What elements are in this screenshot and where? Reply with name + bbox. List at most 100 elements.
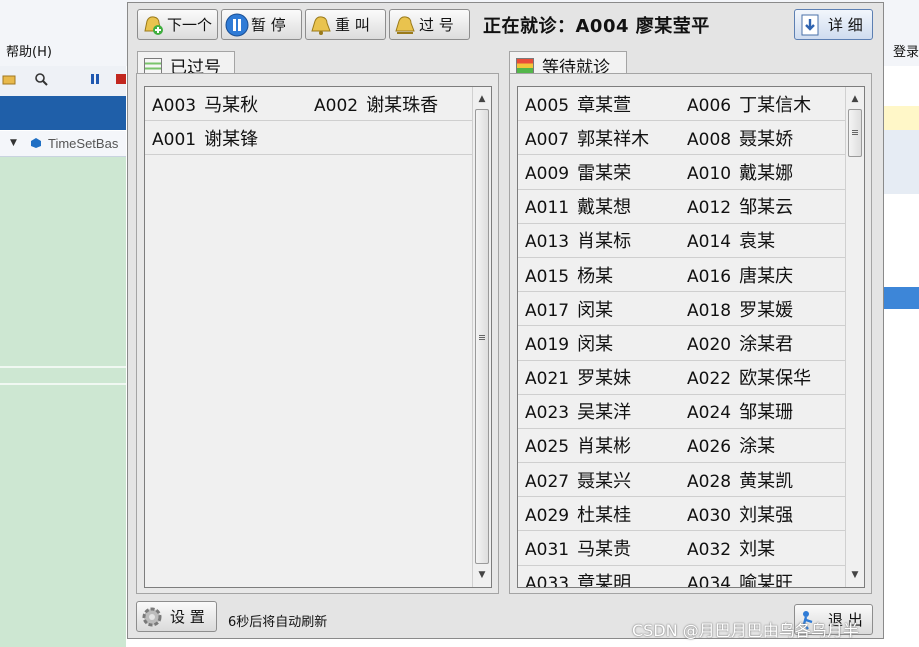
patient-entry[interactable]: A023 吴某洋 (525, 398, 631, 424)
patient-entry[interactable]: A014 袁某 (687, 227, 775, 253)
patient-entry[interactable]: A012 邹某云 (687, 193, 793, 219)
waiting-panel: A005 章某萱 A006 丁某信木 A007 郭某祥木 A008 聂某娇 A009 雷某荣 A01… (509, 73, 872, 594)
patient-entry[interactable]: A028 黄某凯 (687, 467, 793, 493)
chevron-down-icon[interactable]: ▼ (10, 138, 17, 148)
list-row[interactable]: A025 肖某彬 A026 涂某 (518, 429, 845, 464)
settings-button[interactable]: 设 置 (136, 601, 217, 632)
patient-entry[interactable]: A008 聂某娇 (687, 125, 793, 151)
list-row[interactable]: A011 戴某想 A012 邹某云 (518, 190, 845, 224)
next-button[interactable]: 下一个 (137, 9, 218, 40)
patient-entry[interactable]: A005 章某萱 (525, 91, 631, 117)
patient-name: 黄某凯 (739, 470, 794, 492)
scroll-thumb[interactable] (848, 109, 862, 157)
patient-name: 丁某信木 (739, 94, 812, 116)
recall-button[interactable]: 重 叫 (305, 9, 386, 40)
scroll-down-icon[interactable]: ▼ (846, 567, 864, 583)
scroll-thumb[interactable] (475, 109, 489, 564)
list-row[interactable]: A017 闵某 A018 罗某媛 (518, 292, 845, 327)
list-row[interactable]: A015 杨某 A016 唐某庆 (518, 258, 845, 293)
patient-entry[interactable]: A003 马某秋 (152, 91, 258, 117)
ticket-number: A027 (525, 471, 570, 492)
patient-entry[interactable]: A007 郭某祥木 (525, 125, 649, 151)
stop-debug-icon[interactable] (114, 72, 128, 86)
scroll-up-icon[interactable]: ▲ (473, 91, 491, 107)
patient-entry[interactable]: A034 喻某旺 (687, 569, 793, 587)
ticket-number: A028 (687, 471, 732, 492)
ticket-number: A021 (525, 369, 570, 390)
passed-scrollbar[interactable]: ▲ ▼ (472, 87, 491, 587)
find-icon[interactable] (34, 72, 48, 86)
scroll-down-icon[interactable]: ▼ (473, 567, 491, 583)
patient-entry[interactable]: A009 雷某荣 (525, 159, 631, 185)
list-row[interactable]: A009 雷某荣 A010 戴某娜 (518, 155, 845, 190)
patient-entry[interactable]: A018 罗某媛 (687, 296, 793, 322)
list-row[interactable]: A023 吴某洋 A024 邹某珊 (518, 395, 845, 429)
patient-entry[interactable]: A032 刘某 (687, 535, 775, 561)
list-row[interactable]: A007 郭某祥木 A008 聂某娇 (518, 121, 845, 156)
ticket-number: A031 (525, 540, 570, 561)
patient-entry[interactable]: A021 罗某妹 (525, 364, 631, 390)
patient-entry[interactable]: A025 肖某彬 (525, 432, 631, 458)
pause-button[interactable]: 暂 停 (221, 9, 302, 40)
ticket-number: A022 (687, 369, 732, 390)
patient-entry[interactable]: A031 马某贵 (525, 535, 631, 561)
list-row[interactable]: A003 马某秋 A002 谢某珠香 (145, 87, 472, 122)
open-folder-icon[interactable] (2, 72, 16, 86)
pause-debug-icon[interactable] (88, 72, 102, 86)
patient-name: 涂某君 (739, 333, 794, 355)
ticket-number: A007 (525, 129, 570, 150)
patient-name: 罗某妹 (577, 368, 632, 390)
patient-entry[interactable]: A010 戴某娜 (687, 159, 793, 185)
list-row[interactable]: A029 杜某桂 A030 刘某强 (518, 497, 845, 532)
patient-entry[interactable]: A024 邹某珊 (687, 398, 793, 424)
list-row[interactable]: A013 肖某标 A014 袁某 (518, 224, 845, 258)
patient-name: 马某贵 (577, 539, 632, 561)
detail-button[interactable]: 详 细 (794, 9, 873, 40)
menu-help[interactable]: 帮助(H) (6, 41, 52, 60)
patient-entry[interactable]: A002 谢某珠香 (314, 91, 438, 117)
list-row[interactable]: A033 章某明 A034 喻某旺 (518, 566, 845, 587)
patient-entry[interactable]: A015 杨某 (525, 262, 613, 288)
list-row[interactable]: A027 聂某兴 A028 黄某凯 (518, 463, 845, 498)
list-row[interactable]: A001 谢某锋 (145, 121, 472, 156)
patient-entry[interactable]: A026 涂某 (687, 432, 775, 458)
bell-add-icon (144, 15, 163, 35)
skip-button[interactable]: 过 号 (389, 9, 470, 40)
patient-entry[interactable]: A029 杜某桂 (525, 501, 631, 527)
patient-entry[interactable]: A013 肖某标 (525, 227, 631, 253)
patient-name: 闵某 (577, 299, 614, 321)
patient-entry[interactable]: A017 闵某 (525, 296, 613, 322)
ticket-number: A012 (687, 198, 732, 219)
list-icon (144, 57, 162, 74)
ide-toolbar (0, 66, 126, 96)
combo-text: TimeSetBas (48, 136, 119, 151)
patient-entry[interactable]: A016 唐某庆 (687, 262, 793, 288)
right-panel-selection (884, 287, 919, 309)
patient-entry[interactable]: A027 聂某兴 (525, 467, 631, 493)
waiting-scrollbar[interactable]: ▲ ▼ (845, 87, 864, 587)
ticket-number: A024 (687, 403, 732, 424)
patient-name: 杜某桂 (577, 504, 632, 526)
patient-entry[interactable]: A022 欧某保华 (687, 364, 811, 390)
list-row[interactable]: A031 马某贵 A032 刘某 (518, 531, 845, 566)
patient-name: 马某秋 (204, 94, 259, 116)
patient-entry[interactable]: A001 谢某锋 (152, 125, 258, 151)
patient-entry[interactable]: A030 刘某强 (687, 501, 793, 527)
ticket-number: A011 (525, 198, 570, 219)
menu-login[interactable]: 登录 (893, 41, 919, 60)
patient-entry[interactable]: A006 丁某信木 (687, 91, 811, 117)
class-icon (31, 138, 41, 148)
patient-entry[interactable]: A011 戴某想 (525, 193, 631, 219)
patient-name: 杨某 (577, 265, 614, 287)
list-row[interactable]: A019 闵某 A020 涂某君 (518, 326, 845, 361)
patient-entry[interactable]: A033 章某明 (525, 569, 631, 587)
scroll-up-icon[interactable]: ▲ (846, 91, 864, 107)
list-row[interactable]: A005 章某萱 A006 丁某信木 (518, 87, 845, 122)
patient-name: 戴某想 (577, 197, 632, 219)
patient-entry[interactable]: A020 涂某君 (687, 330, 793, 356)
patient-entry[interactable]: A019 闵某 (525, 330, 613, 356)
patient-name: 邹某云 (739, 197, 794, 219)
queue-icon (516, 57, 534, 74)
list-row[interactable]: A021 罗某妹 A022 欧某保华 (518, 361, 845, 395)
patient-name: 袁某 (739, 231, 776, 253)
